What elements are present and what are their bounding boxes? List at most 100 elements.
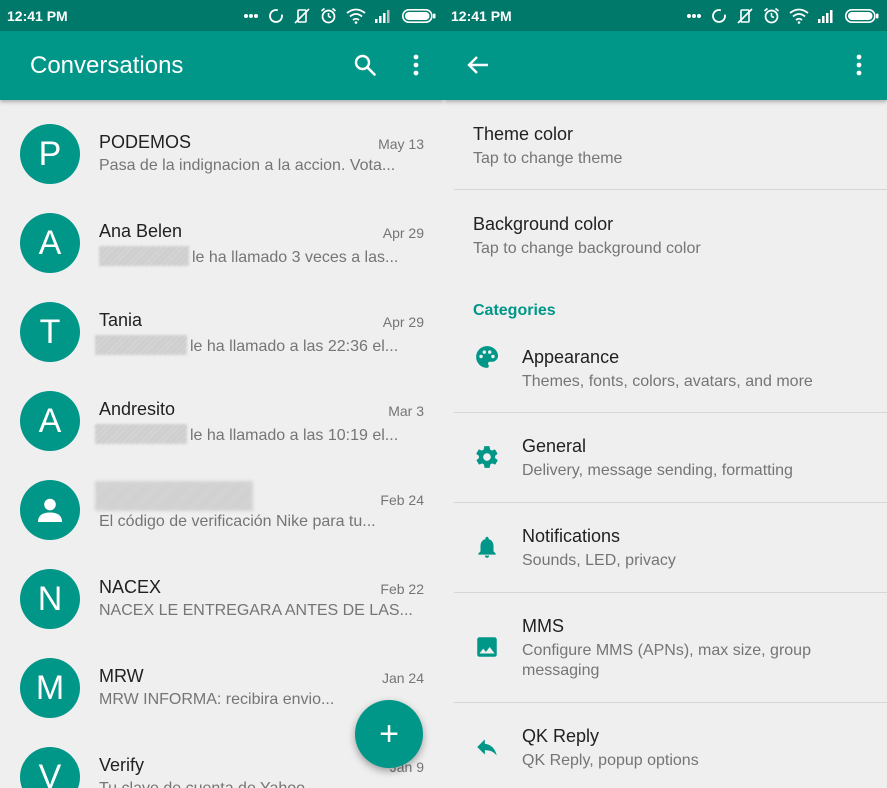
status-bar: 12:41 PM <box>444 0 887 31</box>
conversation-snippet: le ha llamado 3 veces a las... <box>192 249 399 266</box>
redacted-text <box>99 246 189 266</box>
setting-title: QK Reply <box>522 726 600 746</box>
setting-title: Background color <box>473 214 614 234</box>
conversation-snippet-row: le ha llamado 3 veces a las... <box>99 246 398 267</box>
avatar: P <box>20 124 80 184</box>
conversation-item[interactable]: T Tania Apr 29 le ha llamado a las 22:36… <box>0 278 444 367</box>
conversation-item[interactable]: A Ana Belen Apr 29 le ha llamado 3 veces… <box>0 189 444 278</box>
more-vert-icon <box>856 54 862 76</box>
conversation-date: Jan 24 <box>381 670 424 686</box>
qk-reply-setting[interactable]: QK Reply QK Reply, popup options <box>444 703 887 788</box>
status-time: 12:41 PM <box>7 7 68 24</box>
conversation-snippet: le ha llamado a las 22:36 el... <box>190 338 399 355</box>
conversations-screen: 12:41 PM Conversations P PODEMOS May 13 … <box>0 0 444 788</box>
battery-icon <box>845 8 879 23</box>
wifi-icon <box>346 8 366 24</box>
conversation-snippet: NACEX LE ENTREGARA ANTES DE LAS... <box>99 602 413 619</box>
status-icons <box>243 7 436 24</box>
conversation-snippet: Pasa de la indignacion a la accion. Vota… <box>99 157 396 174</box>
avatar: T <box>20 302 80 362</box>
avatar: A <box>20 391 80 451</box>
conversation-item[interactable]: A Andresito Mar 3 le ha llamado a las 10… <box>0 367 444 456</box>
vibrate-off-icon <box>737 7 753 24</box>
conversation-name: MRW <box>99 666 144 686</box>
conversation-snippet: Tu clave de cuenta de Yahoo... <box>99 780 318 788</box>
signal-icon <box>375 9 390 23</box>
conversation-name: Verify <box>99 755 145 775</box>
conversation-name: NACEX <box>99 577 162 597</box>
general-setting[interactable]: General Delivery, message sending, forma… <box>444 413 887 502</box>
page-title: Conversations <box>30 52 184 79</box>
setting-title: General <box>522 436 587 456</box>
categories-header: Categories <box>473 302 556 319</box>
conversation-date: Feb 22 <box>380 581 424 597</box>
avatar: V <box>20 747 80 788</box>
notifications-setting[interactable]: Notifications Sounds, LED, privacy <box>444 503 887 592</box>
more-dots-icon <box>244 13 258 18</box>
theme-color-setting[interactable]: Theme color Tap to change theme <box>444 100 887 189</box>
conversation-date: Mar 3 <box>388 403 424 419</box>
setting-title: Notifications <box>522 526 621 546</box>
conversation-item[interactable]: N NACEX Feb 22 NACEX LE ENTREGARA ANTES … <box>0 545 444 634</box>
redacted-name <box>95 481 253 511</box>
alarm-icon <box>763 7 780 24</box>
conversation-name: Tania <box>99 310 143 330</box>
sync-icon <box>269 8 283 23</box>
redacted-text <box>95 424 187 444</box>
conversation-snippet: le ha llamado a las 10:19 el... <box>190 427 399 444</box>
reply-icon <box>474 734 500 760</box>
setting-summary: QK Reply, popup options <box>522 752 699 769</box>
redacted-text <box>95 335 187 355</box>
conversation-snippet: El código de verificación Nike para tu..… <box>99 513 376 530</box>
conversation-name: Andresito <box>99 399 176 419</box>
conversation-snippet-row: le ha llamado a las 22:36 el... <box>95 335 398 356</box>
bell-icon <box>474 534 500 560</box>
setting-title: Appearance <box>522 347 620 367</box>
more-vert-icon <box>413 54 419 76</box>
conversation-date: Feb 24 <box>380 492 424 508</box>
conversations-toolbar: Conversations <box>0 31 444 100</box>
appearance-setting[interactable]: Appearance Themes, fonts, colors, avatar… <box>444 324 887 412</box>
search-button[interactable] <box>345 45 385 85</box>
sync-icon <box>712 8 726 23</box>
setting-summary: Delivery, message sending, formatting <box>522 462 793 479</box>
setting-summary: Sounds, LED, privacy <box>522 552 676 569</box>
person-icon <box>38 498 62 522</box>
status-time: 12:41 PM <box>451 7 512 24</box>
status-bar: 12:41 PM <box>0 0 444 31</box>
avatar: A <box>20 213 80 273</box>
status-icons <box>686 7 879 24</box>
conversation-name: Ana Belen <box>99 221 183 241</box>
overflow-menu-button[interactable] <box>839 45 879 85</box>
back-button[interactable] <box>458 45 498 85</box>
vibrate-off-icon <box>294 7 310 24</box>
setting-summary: Tap to change theme <box>473 150 623 167</box>
setting-title: Theme color <box>473 124 574 144</box>
alarm-icon <box>320 7 337 24</box>
settings-screen: 12:41 PM Theme color Tap to change theme… <box>444 0 887 788</box>
wifi-icon <box>789 8 809 24</box>
avatar: N <box>20 569 80 629</box>
avatar <box>20 480 80 540</box>
conversation-item[interactable]: P PODEMOS May 13 Pasa de la indignacion … <box>0 100 444 189</box>
setting-summary: Themes, fonts, colors, avatars, and more <box>522 373 813 390</box>
conversation-name: PODEMOS <box>99 132 192 152</box>
conversation-snippet: MRW INFORMA: recibira envio... <box>99 691 335 708</box>
background-color-setting[interactable]: Background color Tap to change backgroun… <box>444 190 887 280</box>
avatar: M <box>20 658 80 718</box>
mms-setting[interactable]: MMS Configure MMS (APNs), max size, grou… <box>444 593 887 702</box>
compose-button[interactable]: + <box>355 700 423 768</box>
search-icon <box>354 54 376 76</box>
settings-toolbar <box>444 31 887 100</box>
gear-icon <box>474 444 500 470</box>
conversation-date: May 13 <box>378 136 424 152</box>
overflow-menu-button[interactable] <box>396 45 436 85</box>
conversation-item[interactable]: Feb 24 El código de verificación Nike pa… <box>0 456 444 545</box>
arrow-back-icon <box>467 56 488 74</box>
setting-title: MMS <box>522 616 564 636</box>
setting-summary: Tap to change background color <box>473 240 701 257</box>
setting-summary: Configure MMS (APNs), max size, group me… <box>522 642 811 679</box>
image-icon <box>474 634 500 660</box>
more-dots-icon <box>687 13 701 18</box>
palette-icon <box>474 344 500 370</box>
